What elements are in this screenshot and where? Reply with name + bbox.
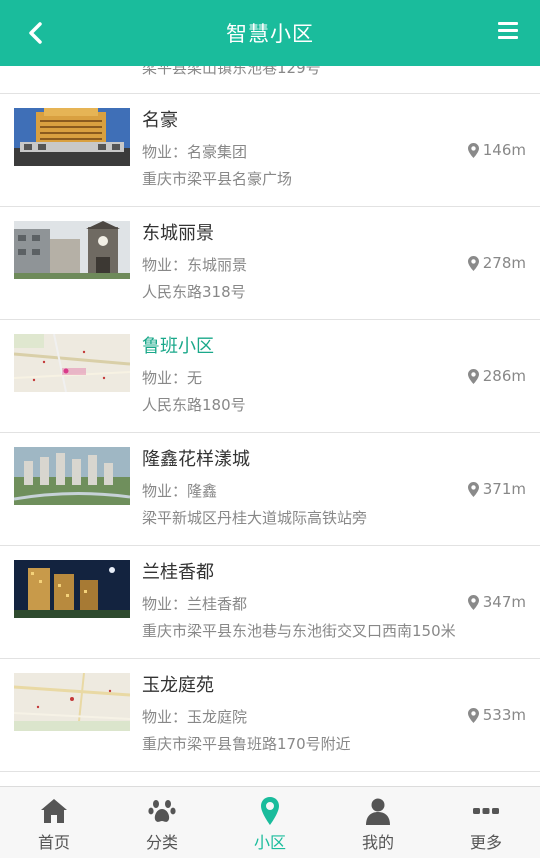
community-name: 玉龙庭苑 <box>142 675 214 696</box>
community-address: 重庆市梁平县名豪广场 <box>142 170 293 188</box>
tab-mine[interactable]: 我的 <box>324 787 432 858</box>
distance-value: 146m <box>482 141 526 159</box>
hamburger-menu-icon[interactable] <box>498 22 518 40</box>
distance-value: 286m <box>482 367 526 385</box>
list-item[interactable]: 隆鑫花样漾城 物业：隆鑫 371m 梁平新城区丹桂大道城际高铁站旁 <box>0 433 540 546</box>
tab-community[interactable]: 小区 <box>216 787 324 858</box>
property-company: 物业：无 <box>142 369 203 387</box>
community-thumbnail <box>14 447 130 505</box>
list-item[interactable] <box>0 772 540 786</box>
distance-value: 533m <box>482 706 526 724</box>
community-address: 重庆市梁平县鲁班路170号附近 <box>142 735 351 753</box>
community-thumbnail <box>14 334 130 392</box>
distance: 371m <box>467 480 526 498</box>
distance: 533m <box>467 706 526 724</box>
community-address: 重庆市梁平县东池巷与东池街交叉口西南150米 <box>142 622 456 640</box>
location-pin-icon <box>467 707 479 723</box>
community-name: 隆鑫花样漾城 <box>142 449 250 470</box>
distance: 146m <box>467 141 526 159</box>
location-pin-icon <box>261 797 279 825</box>
tab-label: 更多 <box>469 833 502 852</box>
tab-more[interactable]: 更多 <box>432 787 540 858</box>
community-name: 东城丽景 <box>142 223 214 244</box>
community-name: 名豪 <box>142 110 178 131</box>
list-item[interactable]: 名豪 物业：名豪集团 146m 重庆市梁平县名豪广场 <box>0 94 540 207</box>
community-thumbnail <box>14 560 130 618</box>
tab-label: 小区 <box>253 833 286 852</box>
distance: 286m <box>467 367 526 385</box>
tab-category[interactable]: 分类 <box>108 787 216 858</box>
tab-home[interactable]: 首页 <box>0 787 108 858</box>
community-address: 人民东路318号 <box>142 283 246 301</box>
community-thumbnail <box>14 108 130 166</box>
home-icon <box>41 799 67 823</box>
distance: 347m <box>467 593 526 611</box>
tab-label: 首页 <box>37 833 70 852</box>
community-thumbnail <box>14 673 130 731</box>
community-thumbnail <box>14 221 130 279</box>
community-address: 梁平新城区丹桂大道城际高铁站旁 <box>142 509 368 527</box>
tab-label: 我的 <box>361 833 394 852</box>
location-pin-icon <box>467 594 479 610</box>
community-list[interactable]: 梁平县梁山镇东池巷129号 名豪 物业：名豪集团 146m 重庆市梁平县名豪广场… <box>0 66 540 786</box>
community-name: 鲁班小区 <box>142 336 214 357</box>
distance: 278m <box>467 254 526 272</box>
app-header: 智慧小区 <box>0 0 540 66</box>
location-pin-icon <box>467 368 479 384</box>
community-address: 梁平县梁山镇东池巷129号 <box>142 66 321 77</box>
location-pin-icon <box>467 142 479 158</box>
tab-label: 分类 <box>145 833 178 852</box>
community-address: 人民东路180号 <box>142 396 246 414</box>
location-pin-icon <box>467 481 479 497</box>
community-name: 兰桂香都 <box>142 562 214 583</box>
chevron-left-icon[interactable] <box>22 18 52 48</box>
distance-value: 347m <box>482 593 526 611</box>
distance-value: 371m <box>482 480 526 498</box>
property-company: 物业：兰桂香都 <box>142 595 248 613</box>
paw-icon <box>148 800 176 822</box>
page-title: 智慧小区 <box>226 22 314 46</box>
user-icon <box>366 798 390 825</box>
list-item[interactable]: 梁平县梁山镇东池巷129号 <box>0 66 540 94</box>
property-company: 物业：名豪集团 <box>142 143 248 161</box>
property-company: 物业：玉龙庭院 <box>142 708 248 726</box>
property-company: 物业：东城丽景 <box>142 256 248 274</box>
location-pin-icon <box>467 255 479 271</box>
list-item[interactable]: 鲁班小区 物业：无 286m 人民东路180号 <box>0 320 540 433</box>
list-item[interactable]: 东城丽景 物业：东城丽景 278m 人民东路318号 <box>0 207 540 320</box>
bottom-tab-bar: 首页 分类 小区 我的 更多 <box>0 786 540 858</box>
list-item[interactable]: 玉龙庭苑 物业：玉龙庭院 533m 重庆市梁平县鲁班路170号附近 <box>0 659 540 772</box>
more-dots-icon <box>473 808 499 814</box>
property-company: 物业：隆鑫 <box>142 482 218 500</box>
distance-value: 278m <box>482 254 526 272</box>
list-item[interactable]: 兰桂香都 物业：兰桂香都 347m 重庆市梁平县东池巷与东池街交叉口西南150米 <box>0 546 540 659</box>
